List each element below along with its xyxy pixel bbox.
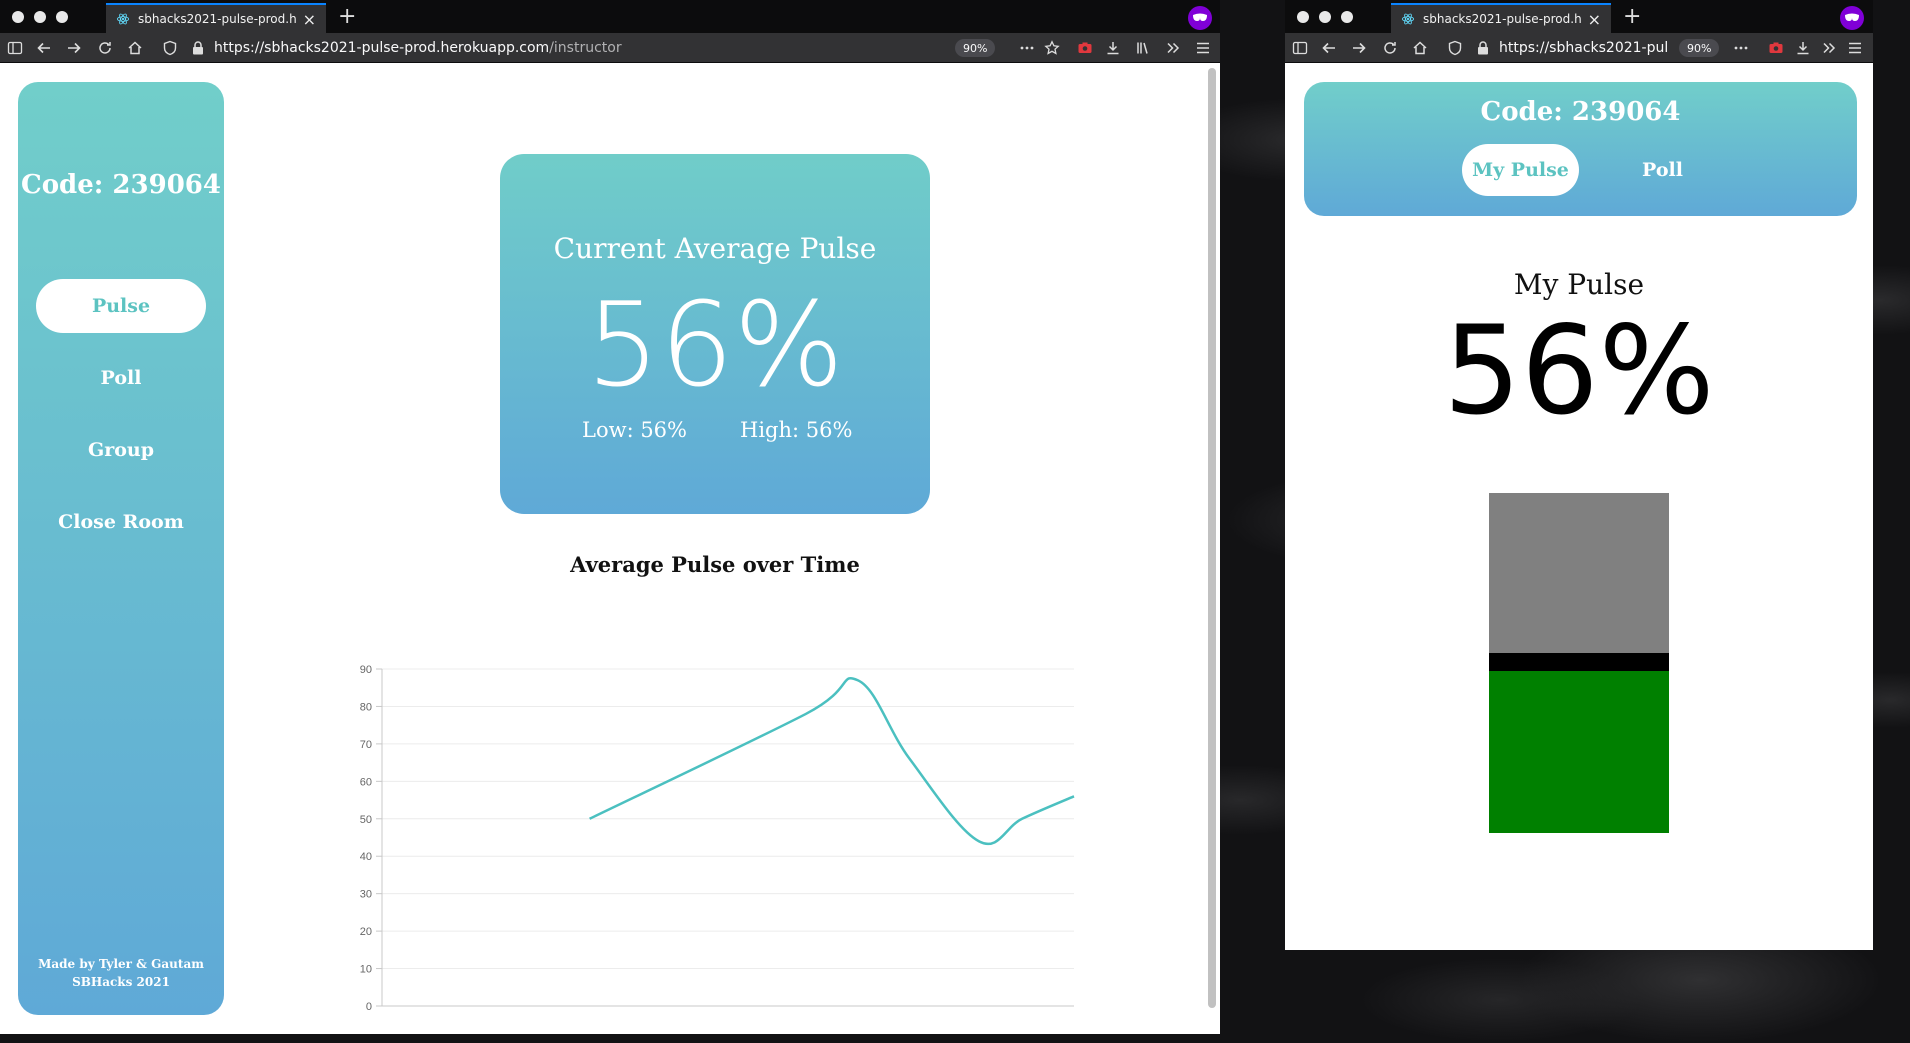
address-bar[interactable]: https://sbhacks2021-pulse-prod.herokuapp… (1499, 36, 1669, 60)
instructor-page: Code: 239064 Pulse Poll Group Close Room… (0, 64, 1220, 1034)
close-tab-icon[interactable]: × (1588, 10, 1601, 29)
average-pulse-card: Current Average Pulse 56% Low: 56% High:… (500, 154, 930, 514)
credit-text: Made by Tyler & Gautam SBHacks 2021 (18, 955, 224, 991)
nav-pulse-button[interactable]: Pulse (36, 279, 206, 333)
sidebar-toggle-icon[interactable] (1290, 38, 1310, 58)
lock-icon[interactable] (1473, 38, 1493, 58)
reload-icon[interactable] (1380, 38, 1400, 58)
y-tick-label: 90 (360, 664, 372, 676)
room-code: Code: 239064 (1480, 97, 1681, 127)
nav-poll-button[interactable]: Poll (36, 351, 206, 405)
browser-tab[interactable]: sbhacks2021-pulse-prod.herokuapp.com × (106, 3, 326, 33)
lock-icon[interactable] (188, 38, 208, 58)
close-window-icon[interactable] (1297, 11, 1309, 23)
y-tick-label: 10 (360, 964, 372, 976)
maximize-window-icon[interactable] (56, 11, 68, 23)
hamburger-menu-icon[interactable] (1193, 38, 1213, 58)
y-tick-label: 60 (360, 776, 372, 788)
poll-tab[interactable]: Poll (1604, 144, 1721, 196)
overflow-chevron-icon[interactable] (1819, 38, 1839, 58)
pulse-meter-handle[interactable] (1489, 653, 1669, 671)
overflow-chevron-icon[interactable] (1163, 38, 1183, 58)
tab-bar: sbhacks2021-pulse-prod.herokuapp.com × + (1285, 0, 1873, 33)
y-tick-label: 30 (360, 889, 372, 901)
my-pulse-tab[interactable]: My Pulse (1462, 144, 1579, 196)
pulse-meter-fill (1489, 671, 1669, 833)
tracking-shield-icon[interactable] (160, 38, 180, 58)
y-tick-label: 70 (360, 739, 372, 751)
tab-title: sbhacks2021-pulse-prod.herokuapp.com (1423, 12, 1582, 26)
forward-arrow-icon[interactable] (1349, 38, 1369, 58)
y-tick-label: 0 (366, 1001, 372, 1013)
y-tick-label: 40 (360, 851, 372, 863)
navigation-toolbar: https://sbhacks2021-pulse-prod.herokuapp… (1285, 33, 1873, 63)
sidebar-toggle-icon[interactable] (5, 38, 25, 58)
student-browser-window: sbhacks2021-pulse-prod.herokuapp.com × + (1285, 0, 1873, 950)
browser-tab[interactable]: sbhacks2021-pulse-prod.herokuapp.com × (1391, 3, 1611, 33)
new-tab-button[interactable]: + (338, 4, 356, 29)
zoom-level-button[interactable]: 90% (955, 39, 996, 57)
close-window-icon[interactable] (12, 11, 24, 23)
student-page: Code: 239064 My Pulse Poll My Pulse 56% (1285, 64, 1873, 950)
my-pulse-value: 56% (1443, 300, 1715, 442)
home-icon[interactable] (1410, 38, 1430, 58)
library-icon[interactable] (1133, 38, 1153, 58)
home-icon[interactable] (125, 38, 145, 58)
pulse-meter-slider[interactable] (1489, 493, 1669, 833)
instructor-browser-window: sbhacks2021-pulse-prod.herokuapp.com × + (0, 0, 1220, 1034)
credit-event: SBHacks 2021 (72, 975, 170, 989)
nav-group-button[interactable]: Group (36, 423, 206, 477)
y-tick-label: 20 (360, 926, 372, 938)
download-icon[interactable] (1103, 38, 1123, 58)
download-icon[interactable] (1793, 38, 1813, 58)
student-header: Code: 239064 My Pulse Poll (1304, 82, 1857, 216)
back-arrow-icon[interactable] (34, 38, 54, 58)
reload-icon[interactable] (95, 38, 115, 58)
back-arrow-icon[interactable] (1319, 38, 1339, 58)
room-code: Code: 239064 (21, 170, 221, 200)
forward-arrow-icon[interactable] (64, 38, 84, 58)
address-bar[interactable]: https://sbhacks2021-pulse-prod.herokuapp… (214, 36, 944, 60)
tracking-shield-icon[interactable] (1445, 38, 1465, 58)
page-actions-icon[interactable] (1731, 38, 1751, 58)
y-tick-label: 80 (360, 701, 372, 713)
close-room-button[interactable]: Close Room (36, 495, 206, 549)
tab-title: sbhacks2021-pulse-prod.herokuapp.com (138, 12, 297, 26)
react-favicon-icon (116, 13, 130, 25)
pulse-line-chart: 0 10 20 30 40 50 60 70 80 90 (360, 664, 1075, 1013)
hamburger-menu-icon[interactable] (1845, 38, 1865, 58)
average-pulse-value: 56% (586, 278, 844, 413)
instructor-sidebar: Code: 239064 Pulse Poll Group Close Room… (18, 82, 224, 1015)
screenshot-icon[interactable] (1075, 38, 1095, 58)
private-browsing-icon (1840, 6, 1864, 30)
minimize-window-icon[interactable] (1319, 11, 1331, 23)
low-value: Low: 56% (582, 418, 687, 442)
minimize-window-icon[interactable] (34, 11, 46, 23)
new-tab-button[interactable]: + (1623, 4, 1641, 29)
zoom-level-button[interactable]: 90% (1679, 39, 1720, 57)
bookmark-star-icon[interactable] (1042, 38, 1062, 58)
url-host: https://sbhacks2021-pulse-prod.herokuapp… (214, 40, 550, 56)
vertical-scrollbar[interactable] (1208, 68, 1216, 1008)
react-favicon-icon (1401, 13, 1415, 25)
credit-authors: Made by Tyler & Gautam (38, 957, 204, 971)
tab-bar: sbhacks2021-pulse-prod.herokuapp.com × + (0, 0, 1220, 33)
maximize-window-icon[interactable] (1341, 11, 1353, 23)
y-tick-label: 50 (360, 814, 372, 826)
screenshot-icon[interactable] (1766, 38, 1786, 58)
close-tab-icon[interactable]: × (303, 10, 316, 29)
private-browsing-icon (1188, 6, 1212, 30)
card-title: Current Average Pulse (553, 232, 877, 265)
high-value: High: 56% (740, 418, 853, 442)
url-host: https://sbhacks2021-pulse-prod.herokuapp… (1499, 40, 1669, 56)
navigation-toolbar: https://sbhacks2021-pulse-prod.herokuapp… (0, 33, 1220, 63)
url-path: /instructor (549, 40, 622, 56)
chart-title: Average Pulse over Time (570, 552, 860, 577)
page-actions-icon[interactable] (1017, 38, 1037, 58)
